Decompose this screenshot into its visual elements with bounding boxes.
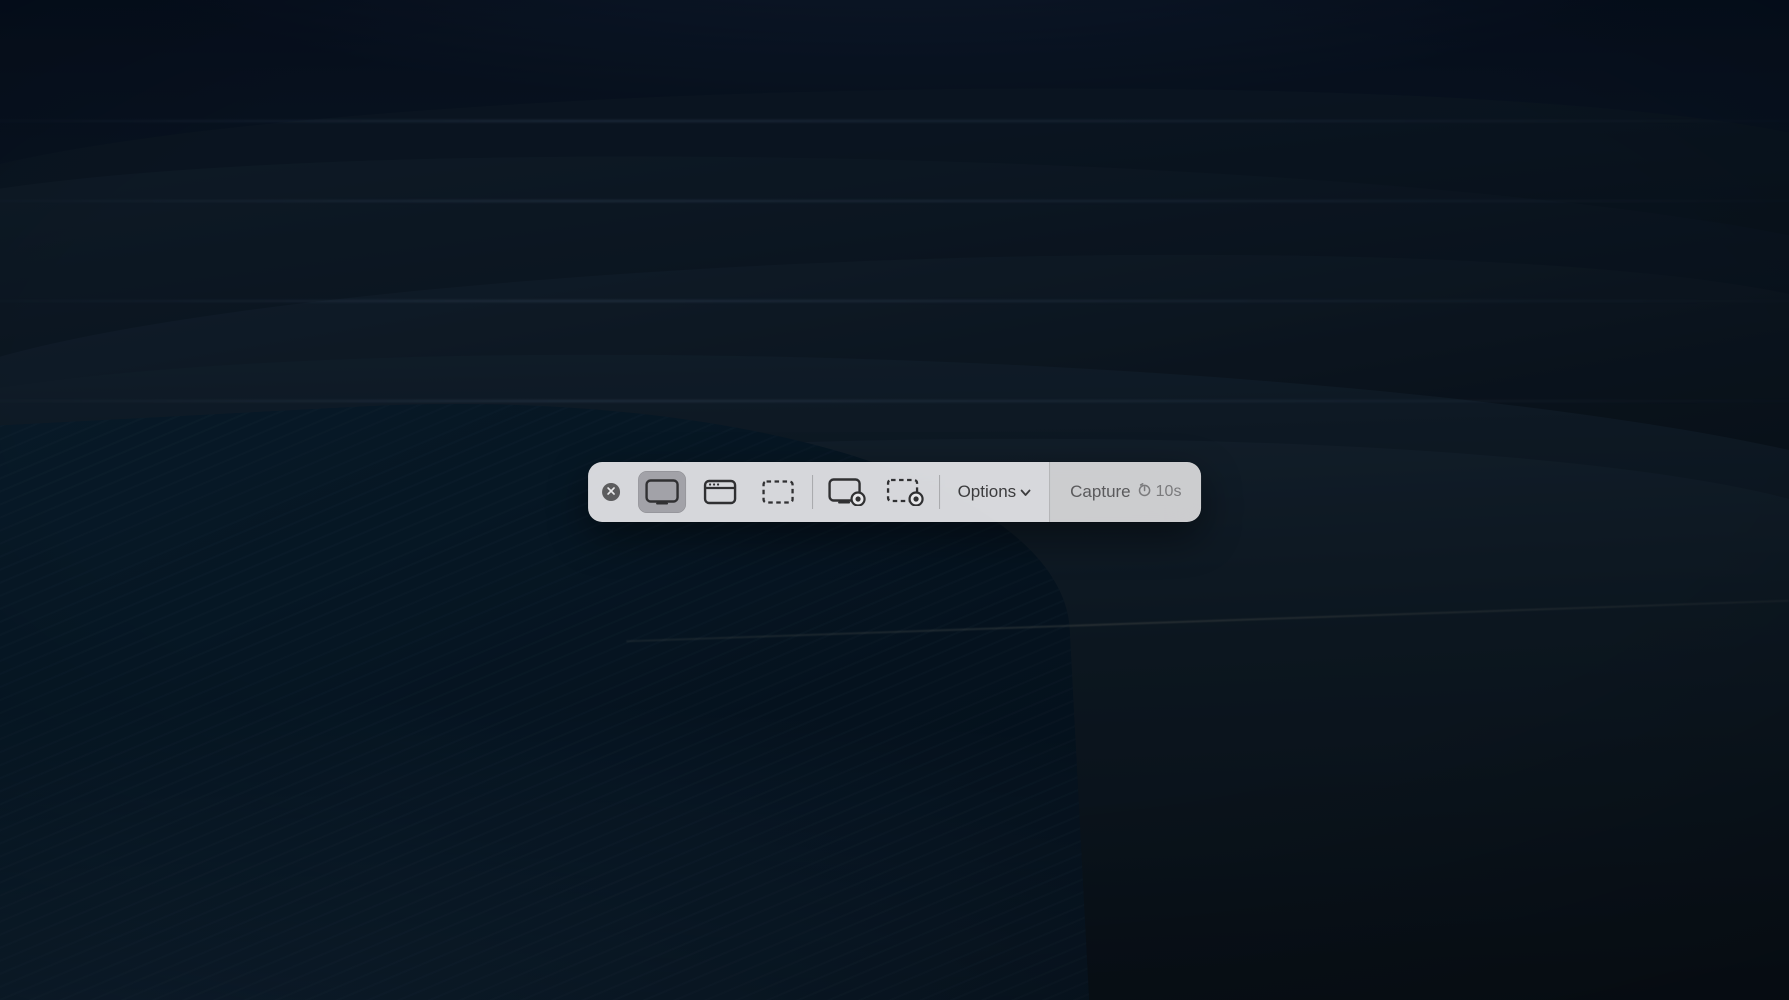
timer-icon xyxy=(1137,482,1152,502)
record-selection-button[interactable] xyxy=(881,471,929,513)
options-label: Options xyxy=(958,482,1017,502)
options-button[interactable]: Options xyxy=(950,471,1040,513)
capture-button[interactable]: Capture 10s xyxy=(1049,462,1201,522)
screenshot-toolbar: Options Capture 10s xyxy=(588,462,1202,522)
chevron-down-icon xyxy=(1020,482,1031,502)
capture-window-button[interactable] xyxy=(696,471,744,513)
close-icon xyxy=(606,483,616,501)
record-screen-icon xyxy=(828,478,866,506)
close-button[interactable] xyxy=(602,483,620,501)
capture-entire-screen-button[interactable] xyxy=(638,471,686,513)
record-selection-icon xyxy=(886,478,924,506)
window-icon xyxy=(703,479,737,505)
record-entire-screen-button[interactable] xyxy=(823,471,871,513)
capture-selection-button[interactable] xyxy=(754,471,802,513)
selection-icon xyxy=(761,479,795,505)
capture-timer: 10s xyxy=(1137,482,1182,502)
capture-label: Capture xyxy=(1070,482,1130,502)
timer-label: 10s xyxy=(1156,483,1182,501)
screen-icon xyxy=(645,479,679,505)
